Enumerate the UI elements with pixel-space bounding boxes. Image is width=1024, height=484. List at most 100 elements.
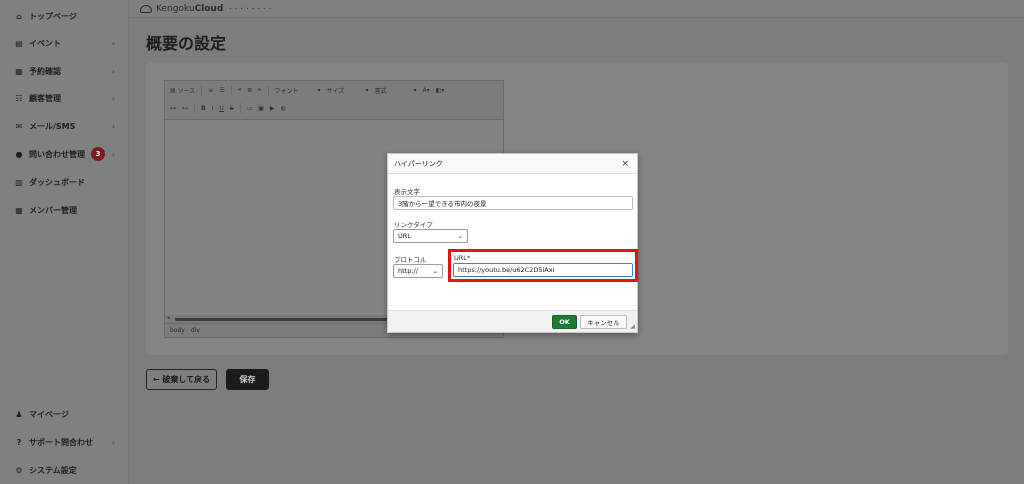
align-center-icon[interactable]: ≣ <box>247 87 252 94</box>
size-dropdown-label: サイズ <box>326 87 345 95</box>
format-dropdown[interactable]: 書式 ▾ <box>375 86 417 95</box>
source-button[interactable]: ▤ ソース <box>170 86 195 95</box>
sidebar: ⌂ トップページ ▤ イベント › ▦ 予約確認 › ☷ 顧客管理 › ✉ メー… <box>0 0 129 484</box>
sidebar-item-label: イベント <box>29 38 61 48</box>
display-text-field[interactable]: 3階から一望できる市内の夜景 <box>393 196 633 210</box>
top-bar: Kengoku Cloud • • • • • • • • <box>130 0 1024 18</box>
chevron-down-icon: ▾ <box>413 86 417 94</box>
logo-subtext: • • • • • • • • <box>229 6 273 11</box>
person-icon: ♟ <box>15 409 23 419</box>
sidebar-item-label: 顧客管理 <box>29 93 61 103</box>
toolbar-divider <box>267 85 269 95</box>
home-icon: ⌂ <box>16 11 22 21</box>
italic-button[interactable]: I <box>212 105 214 112</box>
chevron-right-icon: › <box>111 66 115 76</box>
chevron-down-icon: ▾ <box>365 86 369 94</box>
align-right-icon[interactable]: ⫸ <box>258 86 261 94</box>
sidebar-item-dashboard[interactable]: ▥ ダッシュボード <box>0 171 129 193</box>
sidebar-item-label: サポート問合わせ <box>29 437 93 447</box>
link-type-label: リンクタイプ <box>394 221 433 229</box>
youtube-icon[interactable]: ▶ <box>270 105 275 112</box>
page-title: 概要の設定 <box>146 34 227 53</box>
close-icon[interactable]: × <box>621 159 629 169</box>
dialog-title: ハイパーリンク <box>394 159 443 168</box>
sidebar-item-label: 問い合わせ管理 <box>29 149 85 159</box>
calendar-icon: ▦ <box>15 66 23 76</box>
dialog-footer: OK キャンセル ◢ <box>388 310 637 332</box>
chevron-right-icon: › <box>111 121 115 131</box>
envelope-icon: ✉ <box>15 121 23 131</box>
globe-icon[interactable]: ◍ <box>281 105 286 112</box>
chat-icon: ● <box>15 149 23 159</box>
sidebar-item-label: ダッシュボード <box>29 177 85 187</box>
ok-button[interactable]: OK <box>552 315 577 329</box>
bold-button[interactable]: B <box>201 105 206 112</box>
path-body[interactable]: body <box>170 327 185 334</box>
sidebar-item-members[interactable]: ▦ メンバー管理 <box>0 199 129 221</box>
resize-handle-icon[interactable]: ◢ <box>630 323 635 330</box>
path-div[interactable]: div <box>191 327 200 334</box>
chevron-right-icon: › <box>111 38 115 48</box>
image-icon[interactable]: ▣ <box>258 105 264 112</box>
sidebar-item-label: トップページ <box>29 11 77 21</box>
sidebar-item-inquiries[interactable]: ● 問い合わせ管理 3 › <box>0 143 129 165</box>
chevron-down-icon: ⌄ <box>457 232 463 240</box>
scrollbar-thumb[interactable] <box>175 318 395 321</box>
sidebar-item-label: マイページ <box>29 409 69 419</box>
chevron-down-icon: ▾ <box>317 86 321 94</box>
sidebar-item-support[interactable]: ? サポート問合わせ › <box>0 431 129 453</box>
discard-and-back-button[interactable]: ← 破棄して戻る <box>146 369 217 390</box>
hyperlink-dialog: ハイパーリンク × 表示文字 3階から一望できる市内の夜景 リンクタイプ URL… <box>387 153 638 333</box>
scroll-left-arrow-icon[interactable]: ◂ <box>167 315 170 321</box>
numbered-list-icon[interactable]: ≡ <box>208 87 213 94</box>
background-color-button[interactable]: ◧▾ <box>436 87 445 94</box>
protocol-value: http:// <box>398 267 418 275</box>
chevron-down-icon: ⌄ <box>432 267 438 275</box>
sidebar-item-label: 予約確認 <box>29 66 61 76</box>
logo-text: Kengoku <box>156 3 195 14</box>
chevron-right-icon: › <box>111 149 115 159</box>
toolbar-divider <box>230 85 232 95</box>
chevron-right-icon: › <box>111 93 115 103</box>
chevron-right-icon: › <box>111 437 115 447</box>
unlink-icon[interactable]: ⊷ <box>182 105 188 112</box>
sidebar-item-system-settings[interactable]: ⚙ システム設定 <box>0 459 129 481</box>
notification-badge: 3 <box>91 147 105 161</box>
editor-toolbar-row-2: ⊶ ⊷ B I U S ▭ ▣ ▶ ◍ <box>165 99 503 117</box>
save-button[interactable]: 保存 <box>226 369 269 390</box>
strikethrough-button[interactable]: S <box>230 105 234 112</box>
font-dropdown-label: フォント <box>274 87 299 95</box>
underline-button[interactable]: U <box>219 105 223 112</box>
url-highlight-box <box>448 249 638 282</box>
help-icon: ? <box>16 437 22 447</box>
logo-text-strong: Cloud <box>194 3 224 14</box>
bulleted-list-icon[interactable]: ☰ <box>219 87 224 94</box>
toolbar-divider <box>239 103 241 113</box>
source-label: ソース <box>177 87 196 95</box>
sidebar-item-top[interactable]: ⌂ トップページ <box>0 5 129 27</box>
sidebar-item-mypage[interactable]: ♟ マイページ <box>0 403 129 425</box>
sidebar-item-customers[interactable]: ☷ 顧客管理 › <box>0 87 129 109</box>
size-dropdown[interactable]: サイズ ▾ <box>327 86 369 95</box>
protocol-label: プロトコル <box>394 256 427 264</box>
sidebar-item-mail-sms[interactable]: ✉ メール/SMS › <box>0 115 129 137</box>
protocol-select[interactable]: http:// ⌄ <box>393 264 443 278</box>
toolbar-divider <box>201 85 203 95</box>
link-icon[interactable]: ⊶ <box>170 105 176 112</box>
toolbar-divider <box>194 103 195 113</box>
chart-icon: ▥ <box>15 177 23 187</box>
document-icon: ▤ <box>15 38 23 48</box>
align-left-icon[interactable]: ⫷ <box>238 86 241 94</box>
sidebar-item-events[interactable]: ▤ イベント › <box>0 32 129 54</box>
font-dropdown[interactable]: フォント ▾ <box>275 86 321 95</box>
link-type-select[interactable]: URL ⌄ <box>393 229 468 243</box>
link-type-value: URL <box>398 232 411 240</box>
editor-toolbar-row-1: ▤ ソース ≡ ☰ ⫷ ≣ ⫸ フォント ▾ サイズ ▾ 書式 ▾ A▾ ◧▾ <box>165 81 503 99</box>
sidebar-item-reservations[interactable]: ▦ 予約確認 › <box>0 60 129 82</box>
text-color-button[interactable]: A▾ <box>423 87 430 94</box>
dialog-header: ハイパーリンク × <box>388 154 637 174</box>
horizontal-rule-icon[interactable]: ▭ <box>247 105 253 112</box>
display-text-label: 表示文字 <box>394 188 420 196</box>
grid-icon: ▦ <box>15 205 23 215</box>
cancel-button[interactable]: キャンセル <box>580 315 627 329</box>
